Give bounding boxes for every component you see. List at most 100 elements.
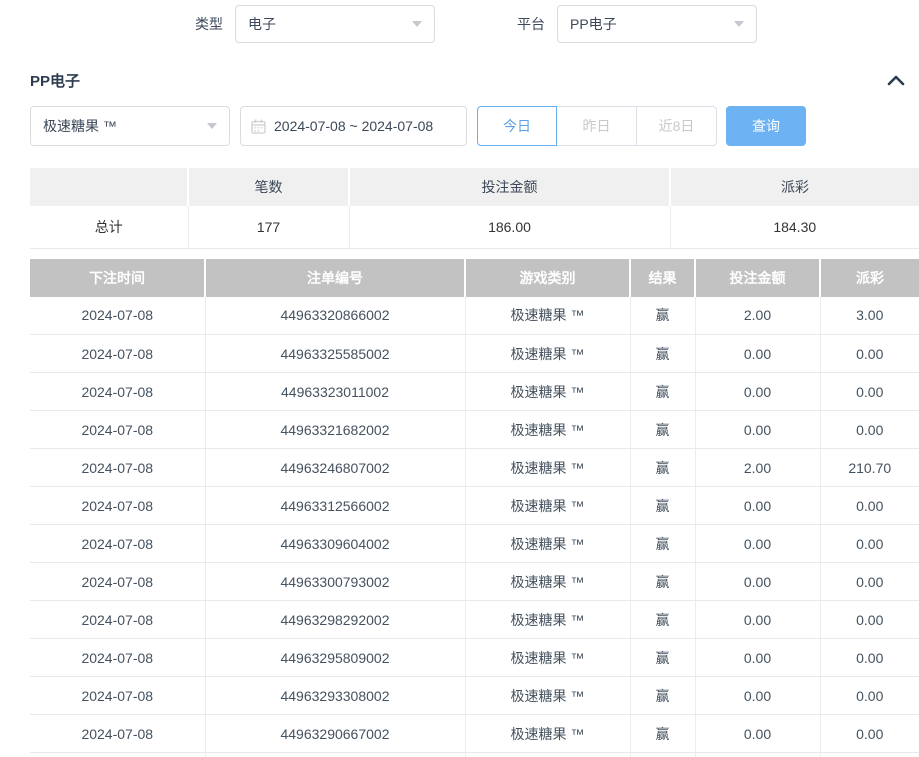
section-title: PP电子 xyxy=(30,70,80,91)
cell-result: 赢 xyxy=(630,715,695,753)
type-select[interactable]: 电子 xyxy=(235,5,435,43)
cell-order-number: 44963323011002 xyxy=(205,373,465,411)
summary-total-bet-amount: 186.00 xyxy=(349,206,670,248)
cell-bet-amount: 0.00 xyxy=(695,563,820,601)
summary-header-bet-amount: 投注金额 xyxy=(349,168,670,206)
table-row xyxy=(30,753,919,757)
cell-bet-amount xyxy=(695,753,820,757)
table-row: 2024-07-0844963246807002极速糖果 ™赢2.00210.7… xyxy=(30,449,919,487)
top-filter-bar: 类型 电子 平台 PP电子 xyxy=(0,0,919,48)
cell-bet-time: 2024-07-08 xyxy=(30,449,205,487)
cell-order-number: 44963321682002 xyxy=(205,411,465,449)
cell-order-number: 44963325585002 xyxy=(205,335,465,373)
cell-bet-amount: 0.00 xyxy=(695,335,820,373)
date-range-value: 2024-07-08 ~ 2024-07-08 xyxy=(274,118,433,134)
summary-table: 笔数 投注金额 派彩 总计 177 186.00 184.30 xyxy=(30,168,919,249)
column-header-game-category: 游戏类别 xyxy=(465,259,630,297)
cell-bet-time xyxy=(30,753,205,757)
cell-payout xyxy=(820,753,919,757)
cell-bet-amount: 0.00 xyxy=(695,639,820,677)
table-row: 2024-07-0844963300793002极速糖果 ™赢0.000.00 xyxy=(30,563,919,601)
cell-bet-time: 2024-07-08 xyxy=(30,563,205,601)
cell-game-category xyxy=(465,753,630,757)
cell-payout: 0.00 xyxy=(820,525,919,563)
cell-order-number: 44963309604002 xyxy=(205,525,465,563)
cell-bet-time: 2024-07-08 xyxy=(30,487,205,525)
section-header: PP电子 xyxy=(30,68,907,92)
cell-bet-time: 2024-07-08 xyxy=(30,373,205,411)
cell-order-number: 44963293308002 xyxy=(205,677,465,715)
cell-bet-time: 2024-07-08 xyxy=(30,601,205,639)
cell-bet-time: 2024-07-08 xyxy=(30,411,205,449)
platform-label: 平台 xyxy=(517,14,545,34)
summary-total-count: 177 xyxy=(188,206,349,248)
quick-range-today-button[interactable]: 今日 xyxy=(477,106,557,146)
cell-bet-amount: 0.00 xyxy=(695,487,820,525)
cell-payout: 0.00 xyxy=(820,715,919,753)
column-header-bet-time: 下注时间 xyxy=(30,259,205,297)
column-header-payout: 派彩 xyxy=(820,259,919,297)
table-row: 2024-07-0844963321682002极速糖果 ™赢0.000.00 xyxy=(30,411,919,449)
bet-table-header-row: 下注时间注单编号游戏类别结果投注金额派彩 xyxy=(30,259,919,297)
cell-order-number: 44963295809002 xyxy=(205,639,465,677)
cell-game-category: 极速糖果 ™ xyxy=(465,373,630,411)
cell-result: 赢 xyxy=(630,525,695,563)
cell-order-number: 44963300793002 xyxy=(205,563,465,601)
calendar-icon xyxy=(251,119,266,134)
table-row: 2024-07-0844963295809002极速糖果 ™赢0.000.00 xyxy=(30,639,919,677)
bet-table-body: 2024-07-0844963320866002极速糖果 ™赢2.003.002… xyxy=(30,297,919,757)
table-row: 2024-07-0844963290667002极速糖果 ™赢0.000.00 xyxy=(30,715,919,753)
summary-header-empty xyxy=(30,168,188,206)
cell-bet-time: 2024-07-08 xyxy=(30,715,205,753)
summary-header-payout: 派彩 xyxy=(670,168,919,206)
cell-payout: 0.00 xyxy=(820,373,919,411)
cell-game-category: 极速糖果 ™ xyxy=(465,525,630,563)
cell-order-number: 44963246807002 xyxy=(205,449,465,487)
cell-payout: 0.00 xyxy=(820,411,919,449)
bet-table: 下注时间注单编号游戏类别结果投注金额派彩 2024-07-08449633208… xyxy=(30,259,919,757)
column-header-result: 结果 xyxy=(630,259,695,297)
cell-bet-time: 2024-07-08 xyxy=(30,639,205,677)
cell-bet-amount: 0.00 xyxy=(695,715,820,753)
cell-bet-time: 2024-07-08 xyxy=(30,297,205,335)
cell-order-number xyxy=(205,753,465,757)
platform-select[interactable]: PP电子 xyxy=(557,5,757,43)
cell-game-category: 极速糖果 ™ xyxy=(465,449,630,487)
cell-result: 赢 xyxy=(630,677,695,715)
collapse-section-button[interactable] xyxy=(885,72,907,88)
cell-result: 赢 xyxy=(630,563,695,601)
cell-bet-amount: 2.00 xyxy=(695,449,820,487)
cell-bet-time: 2024-07-08 xyxy=(30,677,205,715)
quick-range-last8days-button[interactable]: 近8日 xyxy=(637,106,717,146)
cell-result: 赢 xyxy=(630,639,695,677)
type-select-value: 电子 xyxy=(248,14,276,34)
cell-order-number: 44963312566002 xyxy=(205,487,465,525)
summary-total-payout: 184.30 xyxy=(670,206,919,248)
type-label: 类型 xyxy=(195,14,223,34)
cell-game-category: 极速糖果 ™ xyxy=(465,677,630,715)
cell-payout: 3.00 xyxy=(820,297,919,335)
game-select[interactable]: 极速糖果 ™ xyxy=(30,106,230,146)
summary-header-count: 笔数 xyxy=(188,168,349,206)
cell-bet-amount: 0.00 xyxy=(695,677,820,715)
cell-game-category: 极速糖果 ™ xyxy=(465,335,630,373)
table-row: 2024-07-0844963309604002极速糖果 ™赢0.000.00 xyxy=(30,525,919,563)
cell-result: 赢 xyxy=(630,297,695,335)
cell-result: 赢 xyxy=(630,487,695,525)
date-range-input[interactable]: 2024-07-08 ~ 2024-07-08 xyxy=(240,106,467,146)
cell-result xyxy=(630,753,695,757)
cell-result: 赢 xyxy=(630,335,695,373)
quick-range-yesterday-button[interactable]: 昨日 xyxy=(557,106,637,146)
cell-payout: 0.00 xyxy=(820,335,919,373)
cell-result: 赢 xyxy=(630,373,695,411)
cell-game-category: 极速糖果 ™ xyxy=(465,639,630,677)
cell-result: 赢 xyxy=(630,601,695,639)
cell-order-number: 44963320866002 xyxy=(205,297,465,335)
cell-order-number: 44963298292002 xyxy=(205,601,465,639)
table-row: 2024-07-0844963320866002极速糖果 ™赢2.003.00 xyxy=(30,297,919,335)
cell-game-category: 极速糖果 ™ xyxy=(465,487,630,525)
platform-select-value: PP电子 xyxy=(570,14,617,34)
cell-payout: 0.00 xyxy=(820,677,919,715)
search-button[interactable]: 查询 xyxy=(726,106,806,146)
chevron-down-icon xyxy=(734,21,744,27)
